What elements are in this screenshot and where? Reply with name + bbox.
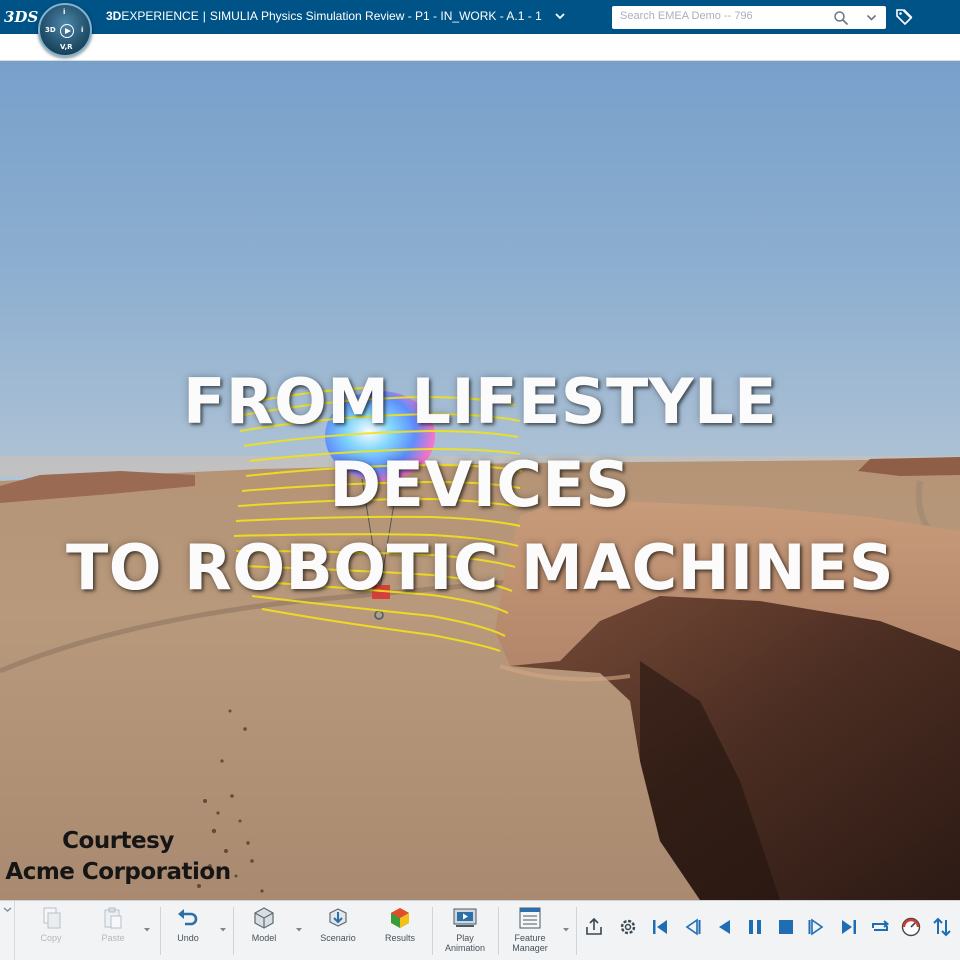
compass-west-label: 3D <box>45 26 56 34</box>
scenario-button[interactable]: Scenario <box>318 905 358 957</box>
brand-separator: | <box>202 9 206 23</box>
ds-logo-icon[interactable]: 3DS <box>4 4 38 30</box>
sort-icon[interactable] <box>931 916 953 938</box>
tag-icon[interactable] <box>895 8 913 26</box>
play-animation-label-1: Play <box>456 933 474 943</box>
model-label: Model <box>251 933 277 943</box>
results-label: Results <box>384 933 415 943</box>
settings-icon[interactable] <box>617 916 639 938</box>
compass-play-icon[interactable] <box>60 24 74 38</box>
overlay-title-line-2: DEVICES <box>329 448 631 521</box>
action-bar-strip <box>0 34 960 61</box>
compass-north-label: i <box>63 8 66 16</box>
undo-icon <box>178 909 198 926</box>
brand-experience: EXPERIENCE <box>121 9 199 23</box>
copy-label: Copy <box>40 933 62 943</box>
undo-button[interactable]: Undo <box>171 905 205 957</box>
overlay-title-line-1: FROM LIFESTYLE <box>182 365 778 438</box>
chevron-down-icon[interactable] <box>3 905 12 914</box>
undo-options-chevron-icon[interactable] <box>219 927 227 933</box>
brand-3d: 3D <box>106 9 122 23</box>
results-icon <box>391 908 409 928</box>
toolbar-separator <box>233 907 234 955</box>
search-options-chevron-icon[interactable] <box>866 12 877 23</box>
feature-manager-label-1: Feature <box>514 933 546 943</box>
feature-manager-label-2: Manager <box>512 943 548 953</box>
play-animation-icon <box>453 908 477 927</box>
paste-icon <box>104 907 122 929</box>
feature-manager-options-chevron-icon[interactable] <box>562 927 570 933</box>
speed-gauge-icon[interactable] <box>900 916 922 938</box>
compass-icon[interactable]: i 3D i V,R <box>38 3 92 57</box>
chevron-down-icon[interactable] <box>555 11 565 21</box>
model-options-chevron-icon[interactable] <box>295 927 303 933</box>
toolbar-separator <box>160 907 161 955</box>
feature-manager-icon <box>519 907 541 929</box>
overlay-title-line-3: TO ROBOTIC MACHINES <box>66 531 894 604</box>
skip-to-start-icon[interactable] <box>649 916 671 938</box>
scenario-icon <box>329 908 347 927</box>
brand-app-name: SIMULIA <box>209 9 258 23</box>
play-animation-button[interactable]: Play Animation <box>442 905 488 957</box>
toolbar-separator <box>576 907 577 955</box>
stop-icon[interactable] <box>775 916 797 938</box>
copy-icon <box>43 907 61 929</box>
pause-icon[interactable] <box>744 916 766 938</box>
toolbar-separator <box>432 907 433 955</box>
share-icon[interactable] <box>583 916 605 938</box>
document-title[interactable]: Physics Simulation Review - P1 - IN_WORK… <box>261 9 542 23</box>
toolbar-separator <box>498 907 499 955</box>
step-back-icon[interactable] <box>681 916 703 938</box>
courtesy-line-2: Acme Corporation <box>5 859 231 885</box>
undo-label: Undo <box>177 933 199 943</box>
search-icon[interactable] <box>833 10 849 26</box>
3d-viewport[interactable]: FROM LIFESTYLE DEVICES TO ROBOTIC MACHIN… <box>0 61 960 900</box>
model-button[interactable]: Model <box>247 905 281 957</box>
step-forward-icon[interactable] <box>806 916 828 938</box>
copy-button[interactable]: Copy <box>34 905 68 957</box>
skip-to-end-icon[interactable] <box>838 916 860 938</box>
paste-label: Paste <box>101 933 125 943</box>
courtesy-line-1: Courtesy <box>62 828 174 854</box>
top-bar: 3DS 3DEXPERIENCE | SIMULIA Physics Simulat… <box>0 0 960 34</box>
compass-east-label: i <box>81 26 84 34</box>
compass-south-label: V,R <box>60 43 73 51</box>
results-button[interactable]: Results <box>380 905 420 957</box>
scenario-label: Scenario <box>320 933 356 943</box>
play-animation-label-2: Animation <box>444 943 486 953</box>
model-icon <box>254 907 274 929</box>
paste-options-chevron-icon[interactable] <box>143 927 151 933</box>
paste-button[interactable]: Paste <box>96 905 130 957</box>
feature-manager-button[interactable]: Feature Manager <box>507 905 553 957</box>
app-brand: 3DEXPERIENCE | SIMULIA <box>106 9 258 23</box>
play-reverse-icon[interactable] <box>713 916 735 938</box>
search-input[interactable] <box>620 10 835 22</box>
toolbar-collapse-tab[interactable] <box>0 901 15 960</box>
loop-icon[interactable] <box>869 916 891 938</box>
